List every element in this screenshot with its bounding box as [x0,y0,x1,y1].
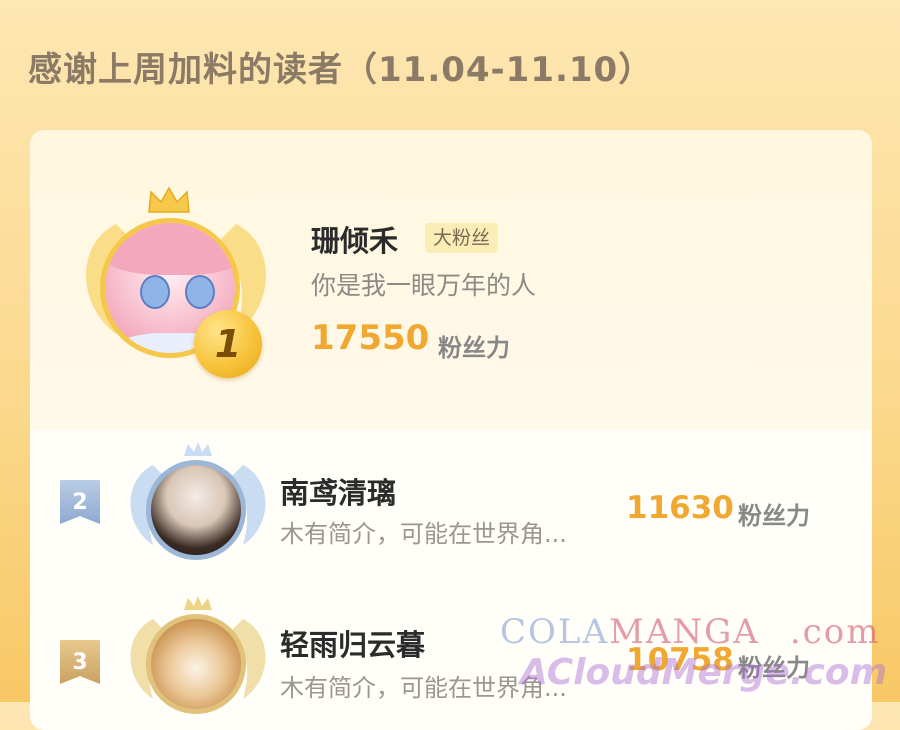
fan-level-badge: 大粉丝 [425,223,499,253]
crown-icon [148,186,190,213]
fan-power-label: 粉丝力 [438,334,510,362]
reader-name[interactable]: 轻雨归云暮 [280,622,425,664]
watermark: COLAMANGA .com [500,612,881,652]
fan-power-label: 粉丝力 [738,502,810,530]
reader-name[interactable]: 珊倾禾 [311,218,398,260]
reader-name[interactable]: 南鸢清璃 [280,470,396,512]
avatar[interactable] [146,614,246,714]
reader-bio: 木有简介，可能在世界角... [280,520,567,548]
rank-flag: 2 [60,480,100,524]
rank-badge: 1 [194,310,262,378]
fan-power-score: 11630 [626,490,734,526]
rank-flag: 3 [60,640,100,684]
fan-power-score: 17550 [311,318,430,358]
reader-bio: 你是我一眼万年的人 [311,271,537,300]
watermark: ACloudMerge.com [520,652,888,693]
list-item[interactable]: 2 南鸢清璃 木有简介，可能在世界角... 11630 粉丝力 [30,430,872,580]
top-reader-card[interactable]: 1 珊倾禾 大粉丝 你是我一眼万年的人 17550 粉丝力 [30,130,872,430]
page-title: 感谢上周加料的读者（11.04-11.10） [28,50,654,90]
avatar[interactable] [146,460,246,560]
